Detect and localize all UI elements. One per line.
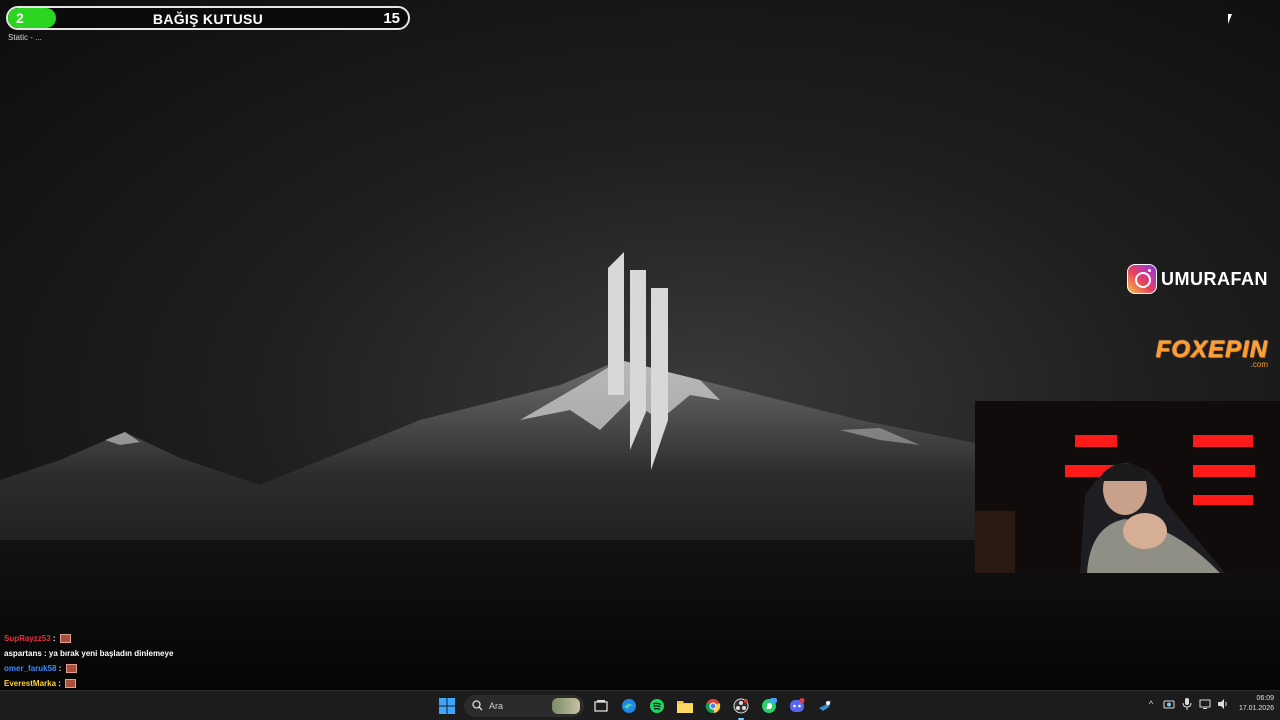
- system-tray: ^ 06:09 17.01.2026: [1145, 694, 1274, 714]
- donation-goal-bar: 2 BAĞIŞ KUTUSU 15: [6, 6, 410, 30]
- taskbar: Ara ^ 06:09 17.01.2026: [0, 690, 1280, 720]
- edge-icon[interactable]: [618, 695, 640, 717]
- taskbar-apps: Ara: [436, 695, 836, 720]
- clock-date: 17.01.2026: [1238, 705, 1274, 712]
- now-playing-text: Static - ...: [8, 33, 42, 42]
- chat-separator: :: [41, 649, 49, 658]
- search-icon: [472, 699, 483, 713]
- task-view-icon[interactable]: [590, 695, 612, 717]
- chat-username: omer_faruk58: [4, 664, 57, 673]
- chat-emote-icon: [59, 634, 71, 644]
- instagram-badge: UMURAFAN: [1127, 264, 1268, 294]
- sponsor-logo: FOXEPIN .com: [1156, 336, 1268, 369]
- chat-separator: :: [50, 634, 58, 643]
- chat-separator: :: [56, 679, 64, 688]
- instagram-icon: [1127, 264, 1157, 294]
- file-explorer-icon[interactable]: [674, 695, 696, 717]
- whatsapp-icon[interactable]: [758, 695, 780, 717]
- search-placeholder: Ara: [489, 701, 504, 711]
- taskbar-search[interactable]: Ara: [464, 695, 584, 717]
- chevron-up-icon[interactable]: ^: [1145, 698, 1157, 710]
- sync-icon[interactable]: [1163, 698, 1175, 710]
- chat-emote-icon: [65, 664, 77, 674]
- chat-message: aspartans : ya bırak yeni başladın dinle…: [4, 646, 424, 661]
- chat-message: SupRayzz53 :: [4, 631, 424, 646]
- chat-text: ya bırak yeni başladın dinlemeye: [48, 649, 174, 658]
- webcam-feed: [975, 401, 1280, 573]
- donation-title: BAĞIŞ KUTUSU: [152, 11, 264, 27]
- steam-icon[interactable]: [814, 695, 836, 717]
- network-icon[interactable]: [1199, 698, 1211, 710]
- clock-time: 06:09: [1256, 695, 1274, 702]
- chrome-icon[interactable]: [702, 695, 724, 717]
- system-clock[interactable]: 06:09 17.01.2026: [1239, 694, 1274, 714]
- microphone-icon[interactable]: [1181, 698, 1193, 710]
- chat-separator: :: [56, 664, 64, 673]
- chat-username: SupRayzz53: [4, 634, 51, 643]
- chat-username: aspartans: [4, 649, 42, 658]
- instagram-handle: UMURAFAN: [1161, 268, 1268, 289]
- donation-count: 15: [383, 10, 400, 27]
- chat-username: EverestMarka: [4, 679, 57, 688]
- chat-message: EverestMarka :: [4, 676, 424, 691]
- mouse-cursor: [1228, 14, 1236, 24]
- desktop-wallpaper: [0, 0, 1280, 690]
- chat-emote-icon: [65, 679, 77, 689]
- volume-icon[interactable]: [1217, 698, 1229, 710]
- discord-icon[interactable]: [786, 695, 808, 717]
- obs-icon[interactable]: [730, 695, 752, 720]
- spotify-icon[interactable]: [646, 695, 668, 717]
- chat-message: omer_faruk58 :: [4, 661, 424, 676]
- search-highlight-icon: [552, 698, 580, 714]
- windows-start-icon[interactable]: [436, 695, 458, 717]
